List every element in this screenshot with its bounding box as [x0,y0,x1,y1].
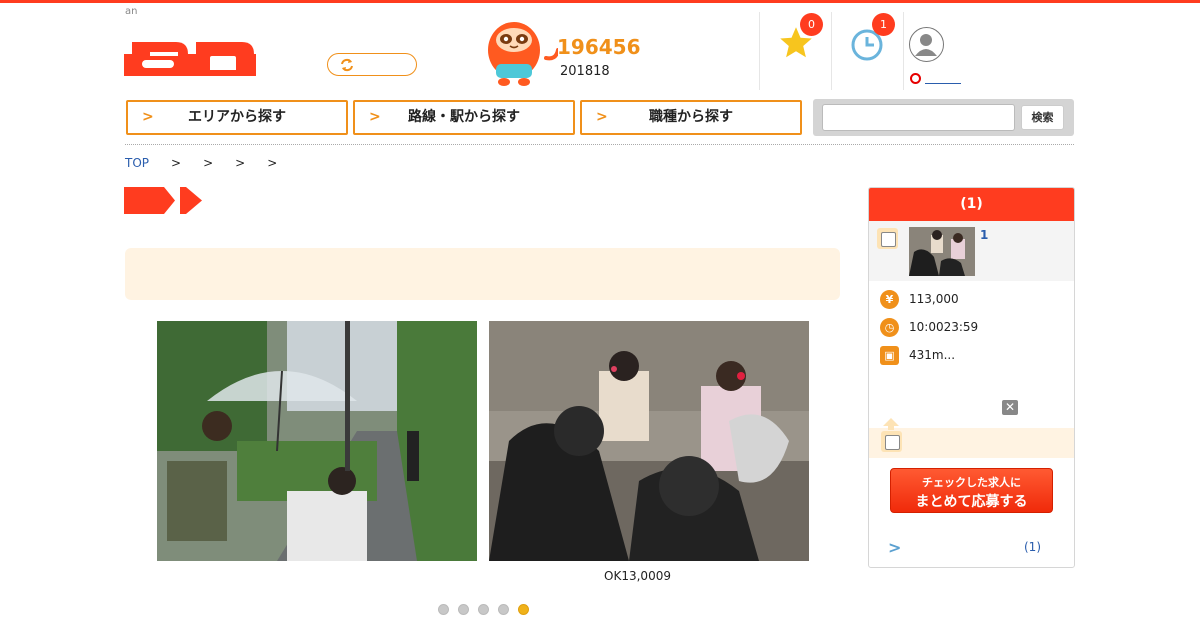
site-tagline: an [125,6,138,17]
login-link[interactable] [925,83,961,84]
search-by-job-button[interactable]: > 職種から探す [580,100,802,135]
chevron-right-icon: > [142,109,154,125]
pagination-dot[interactable] [438,604,449,615]
train-icon: ▣ [880,346,899,365]
apply-button-line1: チェックした求人に [922,476,1021,489]
breadcrumb-separator: > [235,156,246,170]
mascot-icon [488,22,558,86]
salary-value: 113,000 [909,292,959,306]
search-input[interactable] [822,104,1015,131]
breadcrumb-top-link[interactable]: TOP [125,156,149,170]
chevron-right-icon: > [596,109,608,125]
list-item: 1 [869,221,1074,281]
pagination-dot[interactable] [498,604,509,615]
user-avatar-icon[interactable] [909,27,944,62]
job-photo-2[interactable] [489,321,809,561]
hours-value: 10:0023:59 [909,320,979,334]
refresh-button[interactable] [327,53,417,76]
search-button[interactable]: 検索 [1021,105,1064,130]
job-thumbnail[interactable] [909,227,975,276]
search-by-area-button[interactable]: > エリアから探す [126,100,348,135]
pagination-dot-active[interactable] [518,604,529,615]
clock-icon: ◷ [880,318,899,337]
page-title-mark [124,187,202,214]
job-count-sub: 201818 [560,64,610,79]
arrow-up-icon [883,418,899,430]
site-logo[interactable] [124,34,256,76]
apply-button-line2: まとめて応募する [915,494,1028,510]
checked-list-link[interactable]: (1) [1024,540,1041,554]
history-badge: 1 [872,13,895,36]
yen-icon: ¥ [880,290,899,309]
refresh-icon [341,58,353,72]
nav-label: 路線・駅から探す [408,109,520,125]
select-all-row [869,418,1074,458]
select-all-checkbox[interactable] [881,431,902,452]
station-value: 431m... [909,348,956,362]
breadcrumb-separator: > [171,156,182,170]
search-box: 検索 [813,99,1074,136]
header-divider [759,12,760,90]
panel-header: (1) [869,188,1074,221]
chevron-right-icon: > [369,109,381,125]
header-divider-line [125,144,1074,145]
header-divider [831,12,832,90]
favorites-badge: 0 [800,13,823,36]
header-divider [903,12,904,90]
job-checkbox[interactable] [877,228,898,249]
job-count: 196456 [557,35,641,59]
pagination-dot[interactable] [458,604,469,615]
breadcrumb-separator: > [267,156,278,170]
pagination-dot[interactable] [478,604,489,615]
close-icon[interactable]: ✕ [1002,400,1018,415]
apply-checked-button[interactable]: チェックした求人に まとめて応募する [890,468,1053,513]
photo-caption: OK13,0009 [604,569,671,583]
login-status-icon [910,73,921,84]
chevron-right-icon[interactable]: > [888,538,901,557]
search-by-route-button[interactable]: > 路線・駅から探す [353,100,575,135]
nav-label: 職種から探す [649,109,733,125]
breadcrumb: TOP > > > > [125,156,277,170]
checked-jobs-panel: (1) 1 ¥ 113,000 ◷ 10:0023:59 ▣ 431m... ✕ [868,187,1075,568]
nav-label: エリアから探す [188,109,286,125]
top-accent-bar [0,0,1200,3]
breadcrumb-separator: > [203,156,214,170]
job-photo-1[interactable] [157,321,477,561]
job-item-number[interactable]: 1 [980,228,988,242]
notice-box [125,248,840,300]
